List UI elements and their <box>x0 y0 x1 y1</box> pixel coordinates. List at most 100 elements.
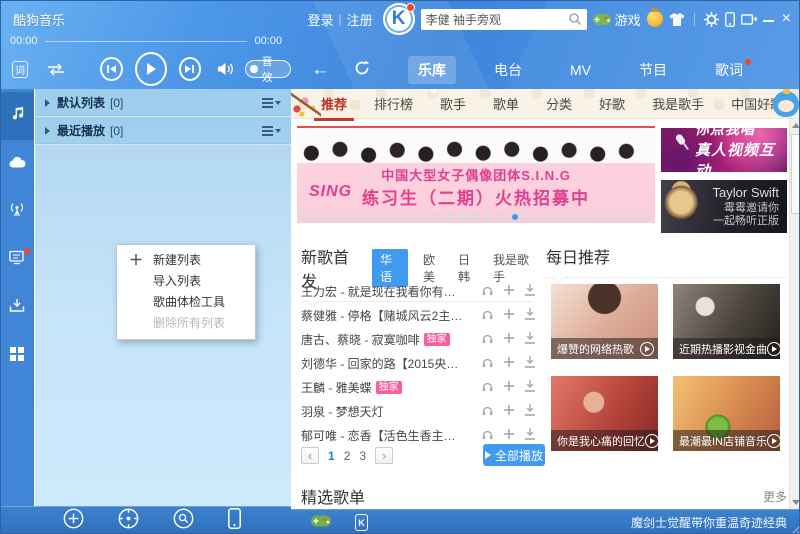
menu-item-import-playlist[interactable]: 导入列表 <box>117 271 255 292</box>
song-row[interactable]: 王麟 - 雅美蝶 独家 <box>301 375 536 399</box>
play-circle-icon[interactable] <box>645 434 658 448</box>
menu-item-song-checkup-tool[interactable]: 歌曲体检工具 <box>117 292 255 313</box>
game-entry[interactable]: 游戏 <box>593 10 641 29</box>
download-icon[interactable] <box>524 380 536 395</box>
tab-playlists[interactable]: 歌单 <box>493 94 519 113</box>
play-circle-icon[interactable] <box>640 342 654 356</box>
add-plus-icon[interactable] <box>503 404 515 419</box>
download-icon[interactable] <box>524 332 536 347</box>
kugou-mobile-icon[interactable]: K <box>355 514 368 531</box>
play-circle-icon[interactable] <box>767 434 780 448</box>
listen-headphone-icon[interactable] <box>481 332 494 347</box>
nav-item-mv[interactable]: MV <box>560 58 601 82</box>
song-row[interactable]: 刘德华 - 回家的路【2015央视春晚… <box>301 351 536 375</box>
carousel-dot[interactable] <box>486 214 492 220</box>
page-prev-button[interactable]: ‹ <box>301 447 319 464</box>
playlist-menu-icon[interactable] <box>262 126 281 136</box>
promo-text[interactable]: 魔剑士觉醒带你重温奇迹经典 <box>631 514 787 531</box>
listen-headphone-icon[interactable] <box>481 380 494 395</box>
song-title[interactable]: 刘德华 - 回家的路【2015央视春晚… <box>301 355 466 372</box>
minimize-button[interactable] <box>763 13 774 22</box>
rail-item-download[interactable] <box>1 284 34 332</box>
carousel-dot[interactable] <box>473 214 479 220</box>
back-icon[interactable]: ← <box>311 59 330 81</box>
play-all-button[interactable]: 全部播放 <box>483 444 545 466</box>
play-mode-icon[interactable] <box>46 63 66 76</box>
song-row[interactable]: 王力宏 - 就是现在我看你有戏【我看… <box>301 279 536 303</box>
register-link[interactable]: 注册 <box>347 10 373 29</box>
refresh-icon[interactable] <box>354 60 370 81</box>
song-row[interactable]: 蔡健雅 - 停格【赌城风云2主题曲】 <box>301 303 536 327</box>
expand-caret-icon[interactable] <box>45 99 50 107</box>
volume-icon[interactable] <box>217 62 235 76</box>
daily-cover-heartache-memories[interactable]: 你是我心痛的回忆 <box>551 376 658 451</box>
tab-i-am-a-singer[interactable]: 我是歌手 <box>652 94 704 113</box>
previous-button[interactable] <box>100 57 123 81</box>
playlist-row-recent[interactable]: 最近播放 [0] <box>35 117 291 145</box>
main-carousel-banner[interactable]: 中国大型女子偶像团体S.I.N.G 练习生（二期）火热招募中 SING <box>297 126 655 223</box>
song-title[interactable]: 蔡健雅 - 停格【赌城风云2主题曲】 <box>301 307 466 324</box>
kugou-logo[interactable]: K <box>383 3 415 35</box>
rail-item-cloud[interactable] <box>1 140 34 188</box>
download-icon[interactable] <box>524 284 536 299</box>
sound-effect-toggle[interactable]: 音效 <box>245 60 291 78</box>
settings-gear-icon[interactable] <box>704 12 719 27</box>
carousel-dot[interactable] <box>499 214 505 220</box>
tab-categories[interactable]: 分类 <box>546 94 572 113</box>
add-plus-icon[interactable] <box>503 380 515 395</box>
daily-cover-hot-web-songs[interactable]: 爆赞的网络热歌 <box>551 284 658 359</box>
search-input[interactable] <box>426 12 568 26</box>
add-plus-icon[interactable] <box>503 356 515 371</box>
scroll-down-icon[interactable] <box>790 496 800 509</box>
tab-recommend[interactable]: 推荐 <box>321 94 347 113</box>
song-title[interactable]: 王麟 - 雅美蝶 <box>301 379 372 396</box>
playlist-row-default[interactable]: 默认列表 [0] <box>35 89 291 117</box>
carousel-dot-active[interactable] <box>512 214 518 220</box>
listen-headphone-icon[interactable] <box>481 308 494 323</box>
more-link[interactable]: 更多 <box>763 488 787 505</box>
ad-banner-live-sing[interactable]: 你点我唱 真人视频互动 <box>661 128 787 172</box>
song-title[interactable]: 羽泉 - 梦想天灯 <box>301 403 384 420</box>
ad-banner-taylor-swift[interactable]: Taylor Swift 霉霉邀请你 一起畅听正版 <box>661 180 787 233</box>
add-plus-icon[interactable] <box>503 332 515 347</box>
page-next-button[interactable]: › <box>375 447 393 464</box>
moneybag-icon[interactable] <box>647 11 663 27</box>
nav-item-shows[interactable]: 节目 <box>629 56 677 84</box>
download-icon[interactable] <box>524 356 536 371</box>
page-number-3[interactable]: 3 <box>359 449 366 463</box>
menu-item-new-playlist[interactable]: ＋ 新建列表 <box>117 250 255 271</box>
phone-transfer-icon[interactable] <box>725 12 735 27</box>
song-row[interactable]: 唐古、蔡晓 - 寂寞咖啡 独家 <box>301 327 536 351</box>
search-icon[interactable] <box>568 12 582 26</box>
login-link[interactable]: 登录 <box>307 10 333 29</box>
content-scrollbar[interactable] <box>789 119 800 509</box>
rail-item-radio-fm[interactable] <box>1 188 34 236</box>
add-plus-icon[interactable] <box>503 308 515 323</box>
music-search-icon[interactable] <box>173 508 194 534</box>
playlist-menu-icon[interactable] <box>262 98 281 108</box>
add-music-icon[interactable] <box>63 508 84 534</box>
scroll-up-icon[interactable] <box>790 119 800 132</box>
progress-bar[interactable] <box>45 41 248 42</box>
tab-artists[interactable]: 歌手 <box>440 94 466 113</box>
song-title[interactable]: 王力宏 - 就是现在我看你有戏【我看… <box>301 283 466 300</box>
mini-mode-icon[interactable] <box>741 13 757 26</box>
nav-item-radio[interactable]: 电台 <box>484 56 532 84</box>
download-icon[interactable] <box>524 404 536 419</box>
expand-caret-icon[interactable] <box>45 127 50 135</box>
close-button[interactable]: × <box>780 12 793 26</box>
carousel-dot[interactable] <box>460 214 466 220</box>
listen-headphone-icon[interactable] <box>481 428 494 443</box>
song-row[interactable]: 羽泉 - 梦想天灯 <box>301 399 536 423</box>
desktop-lyric-button[interactable]: 词 <box>12 61 28 78</box>
play-circle-icon[interactable] <box>767 342 780 356</box>
shirt-skin-icon[interactable] <box>669 13 685 26</box>
song-title[interactable]: 唐古、蔡晓 - 寂寞咖啡 <box>301 331 420 348</box>
game-center-icon[interactable] <box>311 514 331 532</box>
scrollbar-thumb[interactable] <box>791 134 800 214</box>
listen-headphone-icon[interactable] <box>481 356 494 371</box>
listen-headphone-icon[interactable] <box>481 284 494 299</box>
download-icon[interactable] <box>524 428 536 443</box>
tab-good-songs[interactable]: 好歌 <box>599 94 625 113</box>
song-title[interactable]: 郁可唯 - 恋香【活色生香主题曲】 <box>301 427 466 444</box>
